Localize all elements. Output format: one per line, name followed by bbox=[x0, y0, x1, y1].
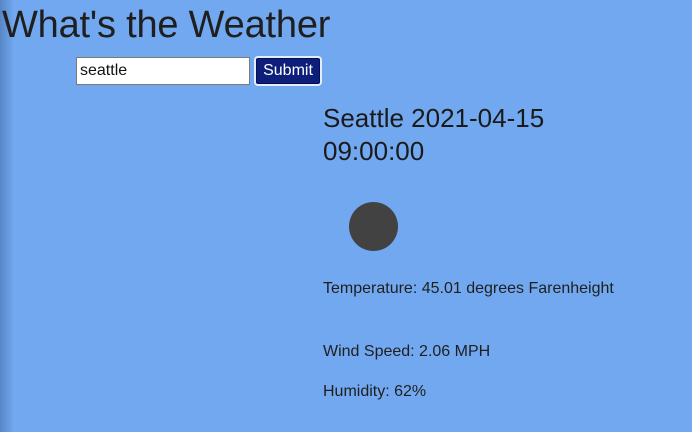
page-title: What's the Weather bbox=[2, 4, 331, 46]
weather-result-panel: Seattle 2021-04-15 09:00:00 Temperature:… bbox=[323, 102, 663, 400]
wind-speed-text: Wind Speed: 2.06 MPH bbox=[323, 343, 491, 360]
left-edge-shadow bbox=[0, 0, 14, 432]
temperature-text: Temperature: 45.01 degrees Farenheight bbox=[323, 280, 614, 297]
humidity-text: Humidity: 62% bbox=[323, 383, 427, 400]
city-date-heading: Seattle 2021-04-15 09:00:00 bbox=[323, 103, 545, 166]
city-search-input[interactable] bbox=[76, 57, 250, 85]
submit-button[interactable]: Submit bbox=[254, 56, 322, 86]
circle-weather-icon bbox=[349, 202, 398, 251]
search-form: Submit bbox=[76, 56, 322, 86]
